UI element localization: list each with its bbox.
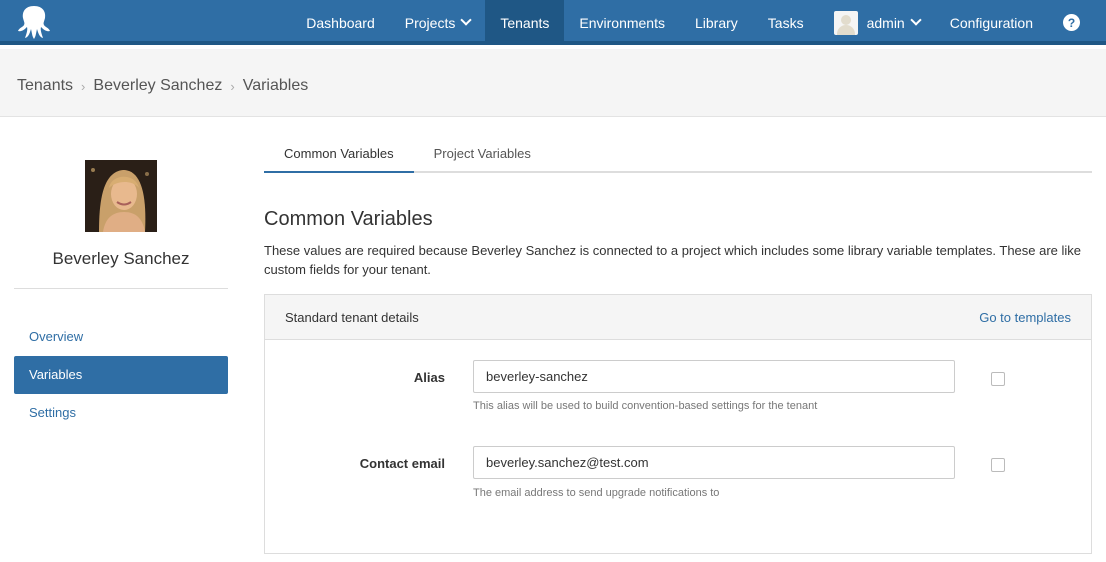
- help-icon: ?: [1063, 14, 1080, 31]
- nav-projects[interactable]: Projects: [390, 0, 486, 45]
- breadcrumb-item-tenant[interactable]: Beverley Sanchez: [93, 77, 222, 95]
- section-description: These values are required because Beverl…: [264, 243, 1082, 277]
- breadcrumb-item-tenants[interactable]: Tenants: [17, 77, 73, 95]
- nav-library-label: Library: [694, 14, 738, 31]
- alias-help-text: This alias will be used to build convent…: [473, 400, 818, 412]
- side-nav: Overview Variables Settings: [14, 318, 228, 432]
- tenant-avatar: [85, 160, 157, 232]
- breadcrumb-separator: ›: [230, 78, 235, 94]
- top-navbar: Dashboard Projects Tenants Environments …: [0, 0, 1106, 45]
- section-title: Common Variables: [264, 208, 433, 230]
- breadcrumb-bar: Tenants › Beverley Sanchez › Variables: [0, 49, 1106, 117]
- nav-library[interactable]: Library: [680, 0, 753, 45]
- nav-dashboard[interactable]: Dashboard: [291, 0, 390, 45]
- contact-email-label: Contact email: [359, 456, 445, 471]
- breadcrumb-item-variables: Variables: [242, 77, 309, 94]
- nav-configuration-label: Configuration: [949, 14, 1033, 31]
- tenant-name: Beverley Sanchez: [52, 249, 190, 268]
- tab-common-variables[interactable]: Common Variables: [264, 137, 414, 173]
- nav-environments[interactable]: Environments: [564, 0, 680, 45]
- go-to-templates-link[interactable]: Go to templates: [979, 310, 1071, 325]
- side-item-settings[interactable]: Settings: [14, 394, 228, 432]
- divider: [14, 288, 228, 289]
- nav-environments-label: Environments: [579, 14, 665, 31]
- nav-tenants[interactable]: Tenants: [485, 0, 565, 45]
- breadcrumb-separator: ›: [81, 78, 86, 94]
- nav-dashboard-label: Dashboard: [306, 14, 375, 31]
- nav-projects-label: Projects: [404, 14, 456, 31]
- panel-header: Standard tenant details Go to templates: [265, 295, 1091, 340]
- side-item-variables[interactable]: Variables: [14, 356, 228, 394]
- user-avatar-icon: [833, 10, 858, 35]
- nav-tasks-label: Tasks: [767, 14, 804, 31]
- contact-email-sensitive-checkbox[interactable]: [991, 458, 1005, 472]
- chevron-down-icon: [910, 14, 922, 26]
- contact-email-help-text: The email address to send upgrade notifi…: [473, 487, 720, 499]
- chevron-down-icon: [460, 14, 473, 26]
- tab-project-variables[interactable]: Project Variables: [414, 137, 551, 171]
- tenant-details-panel: Standard tenant details Go to templates …: [264, 294, 1092, 554]
- alias-input[interactable]: [473, 360, 955, 393]
- breadcrumb: Tenants › Beverley Sanchez › Variables: [17, 77, 308, 95]
- nav-tenants-label: Tenants: [500, 14, 550, 31]
- tenant-photo-icon: [85, 160, 157, 232]
- nav-tasks[interactable]: Tasks: [753, 0, 819, 45]
- nav-configuration[interactable]: Configuration: [935, 0, 1048, 45]
- alias-label: Alias: [413, 370, 445, 385]
- nav-user-label: admin: [866, 14, 905, 31]
- variable-tabs: Common Variables Project Variables: [264, 137, 1092, 173]
- alias-sensitive-checkbox[interactable]: [991, 372, 1005, 386]
- panel-title: Standard tenant details: [285, 310, 419, 325]
- side-item-overview[interactable]: Overview: [14, 318, 228, 356]
- octopus-logo-icon[interactable]: [14, 3, 54, 41]
- nav-user-menu[interactable]: admin: [819, 0, 935, 45]
- contact-email-input[interactable]: [473, 446, 955, 479]
- nav-help[interactable]: ?: [1048, 0, 1106, 45]
